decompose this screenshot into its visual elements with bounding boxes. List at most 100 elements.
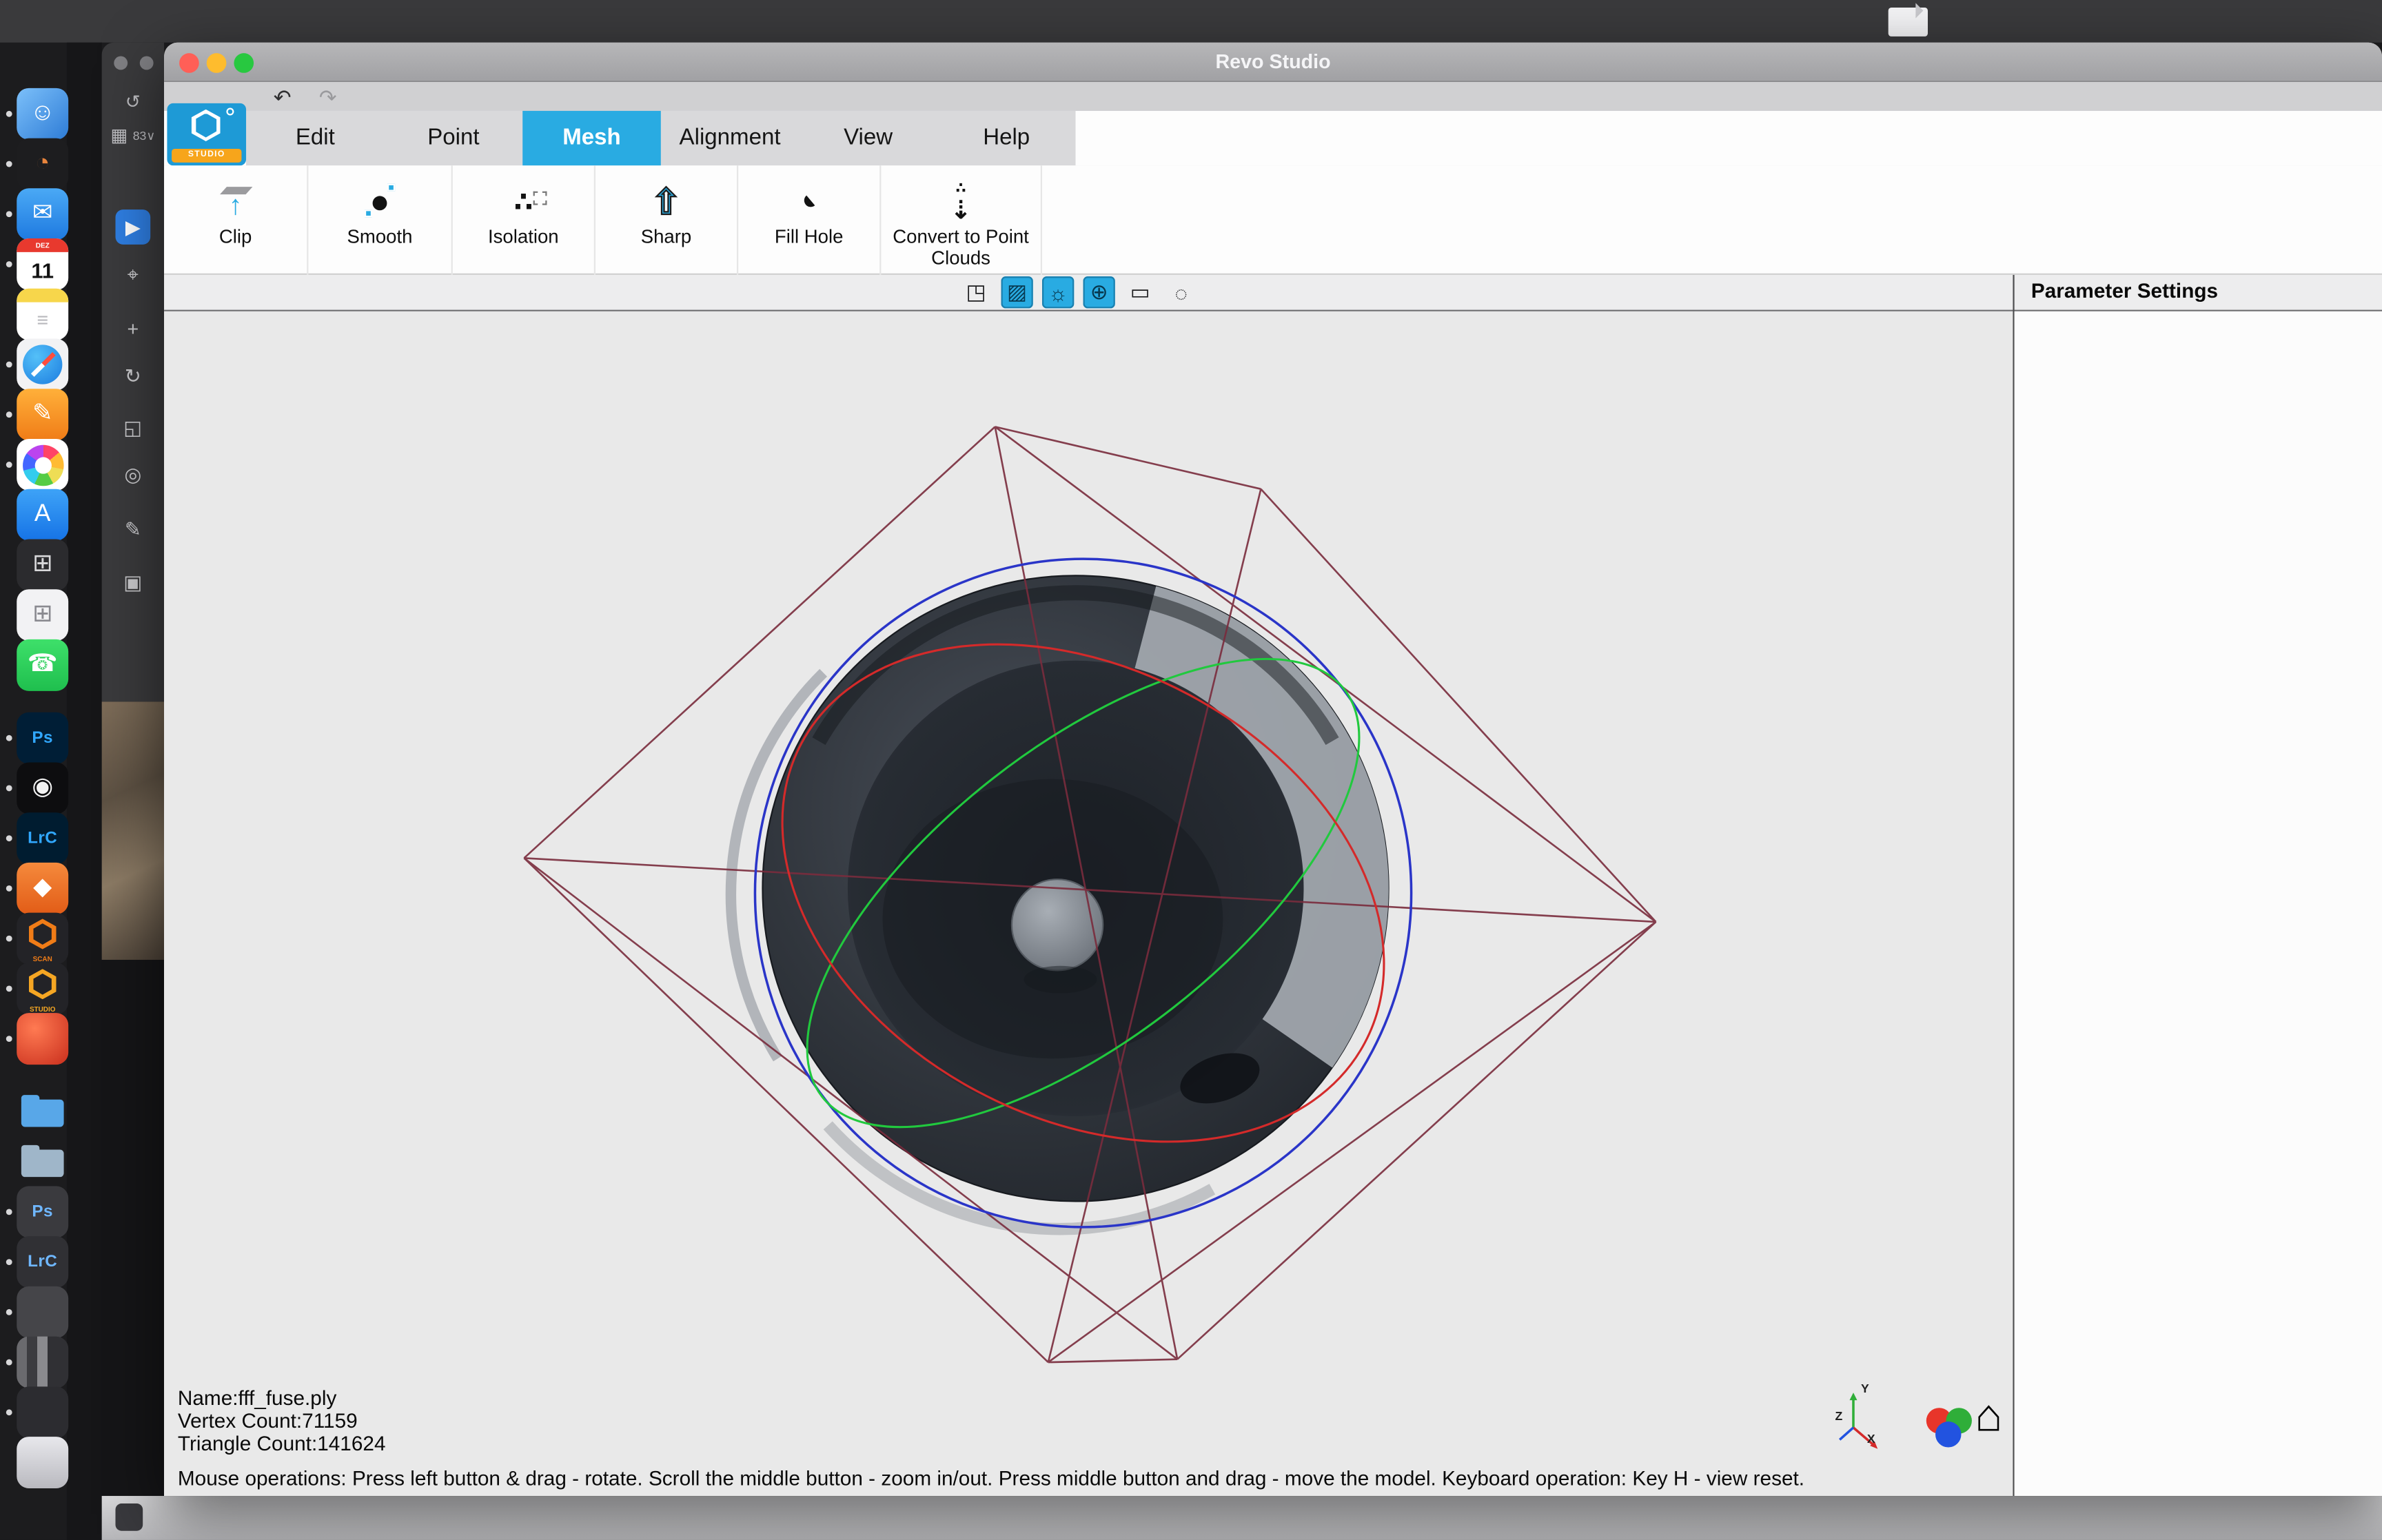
bg-select-tool[interactable]: ▶	[116, 209, 151, 245]
bg-crosshair-tool[interactable]: ⌖	[116, 256, 151, 291]
mesh-object	[731, 575, 1388, 1229]
3d-scene-canvas[interactable]	[164, 311, 2013, 1496]
dock-window-thumb-ps[interactable]: Ps	[17, 1186, 68, 1238]
bg-scale-tool[interactable]: ◱	[116, 410, 151, 445]
dock: ☺◔✉DEZ11≡✎A⊞⊞☎Ps◉LrC◆SCANSTUDIOPsLrC	[9, 88, 76, 1487]
dock-pencil-app[interactable]: ✎	[17, 389, 68, 440]
tool-label: Smooth	[341, 226, 419, 248]
bg-traffic-light-1[interactable]	[114, 57, 128, 70]
dock-whatsapp[interactable]: ☎	[17, 639, 68, 691]
dock-notes[interactable]: ≡	[17, 289, 68, 340]
menu-tab-view[interactable]: View	[799, 111, 937, 165]
dock-swirl-app[interactable]: ◉	[17, 762, 68, 814]
bg-pen-tool[interactable]: ✎	[116, 512, 151, 547]
status-bar-text: Mouse operations: Press left button & dr…	[178, 1467, 1940, 1490]
redo-icon[interactable]: ↷	[319, 83, 337, 111]
panel-title: Parameter Settings	[2031, 280, 2218, 302]
menu-tab-mesh[interactable]: Mesh	[522, 111, 661, 165]
title-bar[interactable]: Revo Studio	[164, 43, 2382, 82]
bg-target-tool[interactable]: ◎	[116, 457, 151, 492]
dock-window-thumb-3[interactable]	[17, 1386, 68, 1438]
feature-view-toggle[interactable]: ☼	[1042, 276, 1074, 308]
dock-red-sphere[interactable]	[17, 1013, 68, 1065]
fill-hole-button[interactable]: ◖Fill Hole	[738, 165, 881, 275]
background-app-window: ↺ ▦ 83∨ ▶ ⌖ + ↻ ◱ ◎ ✎ ▣	[102, 43, 164, 702]
dock-safari[interactable]	[17, 339, 68, 391]
dock-window-thumb-lrc[interactable]: LrC	[17, 1236, 68, 1288]
model-name: Name:fff_fuse.ply	[178, 1386, 386, 1409]
bg-rotate-tool[interactable]: ↻	[116, 358, 151, 393]
dock-app-store[interactable]: A	[17, 489, 68, 541]
footer-app-icon[interactable]	[116, 1503, 143, 1531]
dock-folder-blue[interactable]	[17, 1086, 68, 1138]
axis-y-label: Y	[1861, 1382, 1869, 1396]
bg-box-tool[interactable]: ▣	[116, 565, 151, 600]
dock-photoshop[interactable]: Ps	[17, 712, 68, 764]
dock-window-thumb-2[interactable]	[17, 1337, 68, 1388]
color-render-toggle[interactable]	[1926, 1404, 1978, 1452]
tool-label: Clip	[213, 226, 258, 248]
menu-tab-edit[interactable]: Edit	[246, 111, 385, 165]
view-toggles: ◳ ▨ ☼ ⊕ ▭ ◌	[960, 276, 1197, 308]
dock-trash[interactable]	[17, 1437, 68, 1488]
sharp-icon: ⇧	[651, 178, 681, 227]
clip-button[interactable]: ↑Clip	[164, 165, 308, 275]
axis-triad[interactable]: Y Z X	[1832, 1385, 1886, 1455]
window-title: Revo Studio	[164, 43, 2382, 82]
dock-calculator[interactable]: ⊞	[17, 539, 68, 591]
dock-orange-3d[interactable]: ◆	[17, 863, 68, 914]
bg-traffic-light-2[interactable]	[140, 57, 154, 70]
dock-mail[interactable]: ✉	[17, 188, 68, 240]
view-cube-toggle[interactable]: ◳	[960, 276, 992, 308]
revo-studio-logo: STUDIO	[167, 103, 246, 165]
menu-strip: EditPointMeshAlignmentViewHelp	[246, 111, 1075, 165]
bg-frames-badge[interactable]: ▦ 83∨	[102, 125, 164, 146]
menu-tab-alignment[interactable]: Alignment	[661, 111, 800, 165]
desktop: ☺◔✉DEZ11≡✎A⊞⊞☎Ps◉LrC◆SCANSTUDIOPsLrC ↺▦ …	[0, 0, 2382, 1540]
logo-label: STUDIO	[172, 149, 241, 163]
sharp-button[interactable]: ⇧Sharp	[596, 165, 738, 275]
history-strip: ↶ ↷	[164, 82, 2382, 112]
convert-button[interactable]: ∴⇣Convert to Point Clouds	[881, 165, 1042, 275]
tool-label: Sharp	[635, 226, 698, 248]
bg-refresh-icon[interactable]: ↺	[102, 91, 164, 112]
lasso-select-toggle[interactable]: ◌	[1165, 276, 1197, 308]
shaded-view-toggle[interactable]: ▨	[1001, 276, 1033, 308]
rgb-blue-icon	[1935, 1421, 1961, 1447]
dock-launchpad[interactable]: ⊞	[17, 589, 68, 641]
dock-finder[interactable]: ☺	[17, 88, 68, 140]
parameter-settings-panel	[2015, 311, 2382, 1496]
isolation-button[interactable]: ∴Isolation	[453, 165, 596, 275]
axis-z-label: Z	[1835, 1409, 1843, 1423]
close-button[interactable]	[179, 53, 199, 73]
axis-x-label: X	[1867, 1432, 1875, 1446]
dock-lightroom[interactable]: LrC	[17, 812, 68, 864]
3d-viewport[interactable]	[164, 311, 2013, 1496]
menu-tab-help[interactable]: Help	[937, 111, 1076, 165]
desktop-top-strip	[0, 0, 2382, 43]
dock-folder-item[interactable]	[17, 1136, 68, 1188]
dock-window-thumb-1[interactable]	[17, 1286, 68, 1338]
dock-revo-scan[interactable]: SCAN	[17, 913, 68, 965]
globe-view-toggle[interactable]: ⊕	[1083, 276, 1115, 308]
menu-row: EditPointMeshAlignmentViewHelp	[164, 111, 2382, 165]
smooth-button[interactable]: ●Smooth	[308, 165, 452, 275]
minimize-button[interactable]	[207, 53, 227, 73]
dock-revo-studio[interactable]: STUDIO	[17, 963, 68, 1014]
dock-photos[interactable]	[17, 439, 68, 491]
document-icon[interactable]	[1889, 8, 1928, 37]
bg-move-tool[interactable]: +	[116, 311, 151, 347]
dock-calendar[interactable]: DEZ11	[17, 238, 68, 290]
home-view-button[interactable]: ⌂	[1975, 1391, 2002, 1443]
menu-tab-point[interactable]: Point	[385, 111, 523, 165]
tool-label: Convert to Point Clouds	[881, 226, 1040, 269]
undo-icon[interactable]: ↶	[274, 83, 292, 111]
clip-icon: ↑	[223, 178, 248, 227]
dock-dark-app[interactable]: ◔	[17, 138, 68, 190]
revo-studio-window: Revo Studio ↶ ↷ EditPointMeshAlignmentVi…	[164, 43, 2382, 1496]
background-window-footer	[102, 1496, 2382, 1540]
isolation-icon: ∴	[514, 178, 533, 227]
triangle-count: Triangle Count:141624	[178, 1432, 386, 1455]
rect-select-toggle[interactable]: ▭	[1124, 276, 1156, 308]
zoom-button[interactable]	[234, 53, 254, 73]
